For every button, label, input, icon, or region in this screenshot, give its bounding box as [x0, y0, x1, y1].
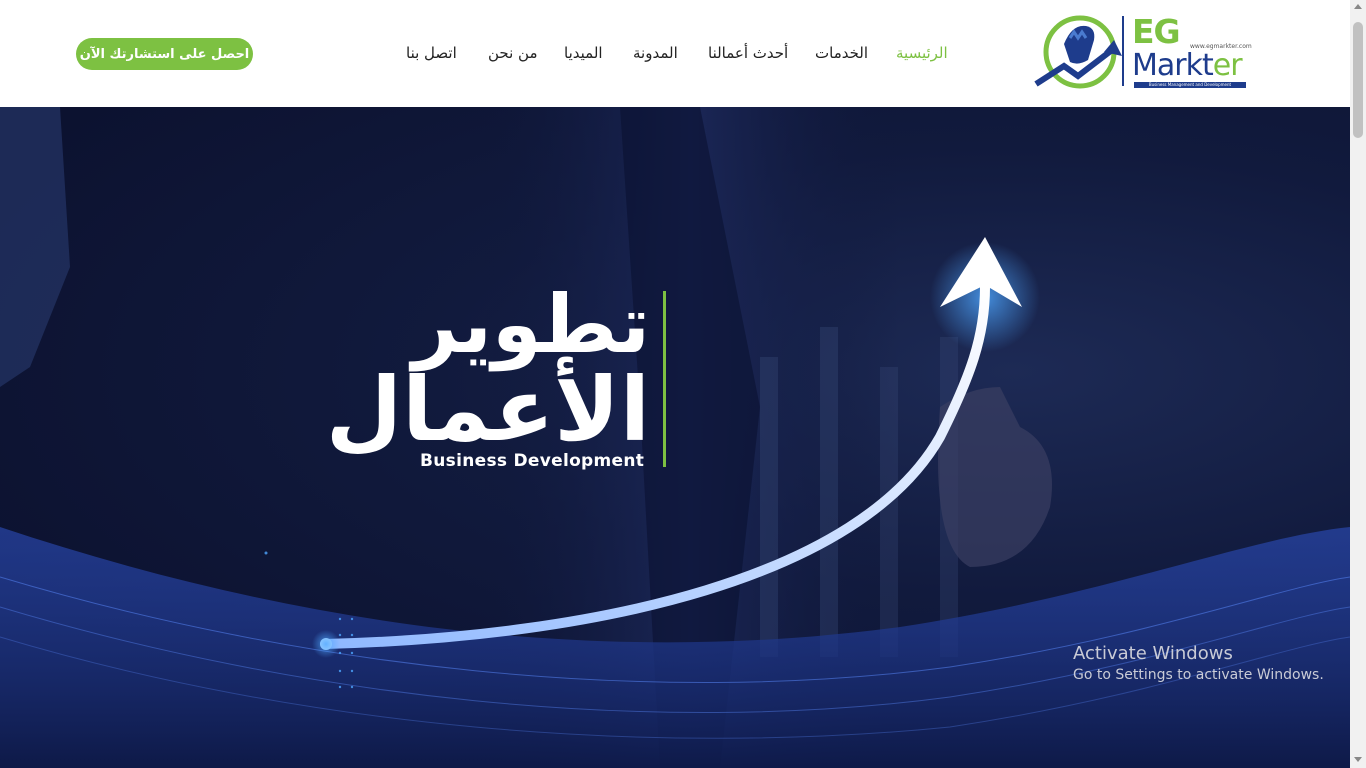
nav-item-blog[interactable]: المدونة [633, 44, 678, 62]
site-logo[interactable]: EG www.egmarkter.com Markter Business Ma… [1034, 12, 1252, 92]
page-scrollbar[interactable] [1350, 0, 1366, 768]
logo-emblem-icon [1034, 15, 1122, 89]
nav-item-contact[interactable]: اتصل بنا [406, 44, 457, 62]
logo-eg-text: EG [1132, 12, 1181, 51]
logo-divider [1122, 16, 1124, 86]
logo-markt-part: Markt [1132, 48, 1214, 83]
logo-markter-text: Markter [1132, 48, 1243, 83]
nav-item-services[interactable]: الخدمات [815, 44, 868, 62]
nav-item-about[interactable]: من نحن [488, 44, 538, 62]
scroll-down-arrow-icon[interactable] [1354, 757, 1362, 762]
nav-item-home[interactable]: الرئيسية [896, 44, 948, 62]
hero-title-line1: تطوير [412, 278, 650, 371]
hero-title-line2: الأعمال [325, 358, 650, 461]
hero-accent-bar [663, 291, 666, 467]
logo-tagline: Business Management and Development [1134, 82, 1246, 88]
watermark-title: Activate Windows [1073, 643, 1233, 664]
nav-item-media[interactable]: الميديا [564, 44, 603, 62]
hero-subtitle: Business Development [420, 451, 645, 471]
activate-windows-watermark: Activate Windows Go to Settings to activ… [1073, 643, 1324, 683]
watermark-subtitle: Go to Settings to activate Windows. [1073, 667, 1324, 683]
scroll-up-arrow-icon[interactable] [1354, 4, 1362, 9]
nav-item-latest-work[interactable]: أحدث أعمالنا [708, 44, 788, 62]
scroll-thumb[interactable] [1353, 22, 1363, 138]
logo-er-part: er [1212, 48, 1243, 83]
site-header: احصل على استشارتك الآن اتصل بنا من نحن ا… [0, 0, 1350, 107]
